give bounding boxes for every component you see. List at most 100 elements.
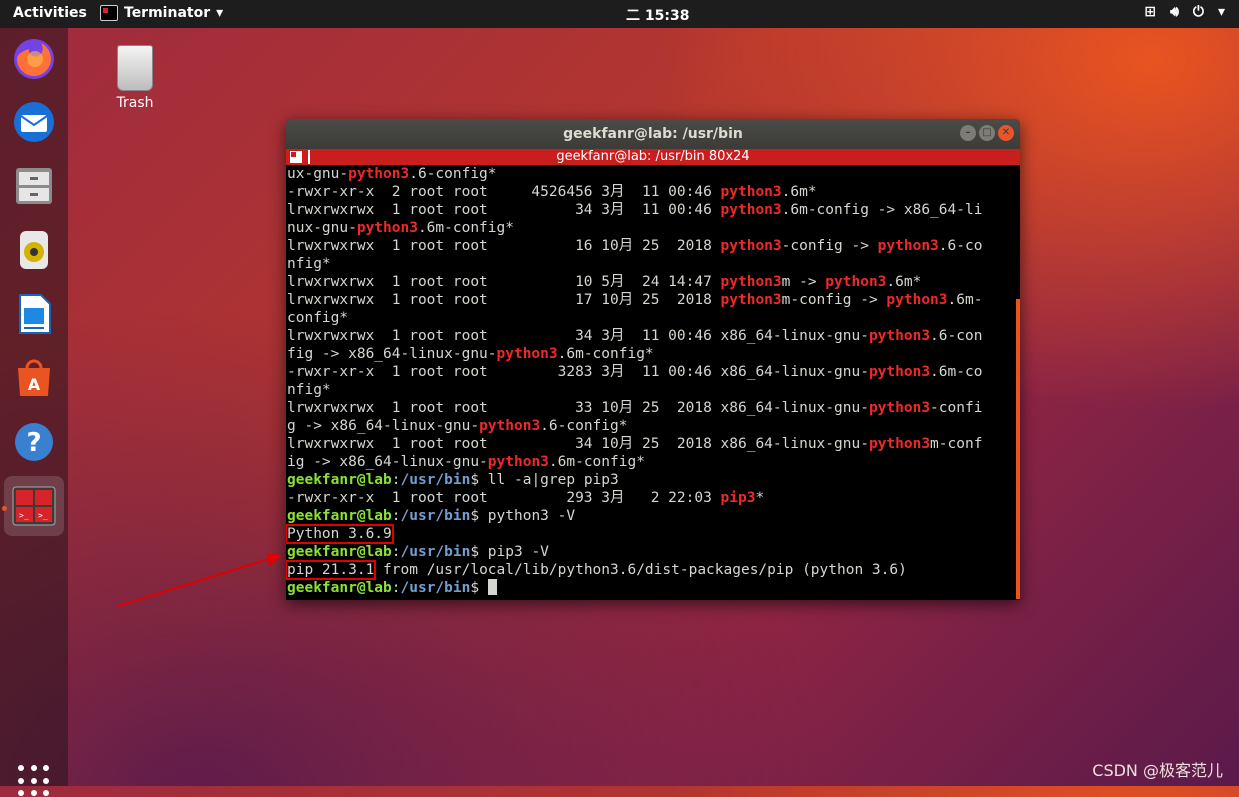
terminal-text: lrwxrwxrwx 1 root root 10 5月 24 14:47 bbox=[287, 274, 721, 290]
terminal-text: python3 bbox=[720, 238, 782, 254]
terminal-window[interactable]: geekfanr@lab: /usr/bin – □ ✕ geekfanr@la… bbox=[286, 119, 1020, 600]
terminal-cursor bbox=[487, 579, 497, 595]
activities-button[interactable]: Activities bbox=[13, 5, 87, 21]
show-applications-icon[interactable] bbox=[18, 765, 50, 797]
terminal-tab-bar[interactable]: geekfanr@lab: /usr/bin 80x24 bbox=[286, 149, 1020, 165]
trash-desktop-icon[interactable]: Trash bbox=[108, 45, 162, 111]
software-icon[interactable]: A bbox=[10, 354, 58, 402]
terminal-text: .6m-co bbox=[930, 364, 983, 380]
terminal-text: ux-gnu- bbox=[287, 166, 349, 182]
terminal-line: -rwxr-xr-x 1 root root 293 3月 2 22:03 pi… bbox=[287, 489, 1020, 507]
terminal-text: nfig* bbox=[287, 382, 331, 398]
network-icon: ⊞ bbox=[1144, 4, 1157, 20]
terminal-text: python3 bbox=[886, 292, 948, 308]
clock[interactable]: 二 15:38 bbox=[626, 5, 689, 25]
terminal-line: nux-gnu-python3.6m-config* bbox=[287, 219, 1020, 237]
terminal-text: -config -> bbox=[781, 238, 878, 254]
terminal-output[interactable]: ux-gnu-python3.6-config* -rwxr-xr-x 2 roo… bbox=[286, 165, 1020, 597]
close-button[interactable]: ✕ bbox=[998, 125, 1014, 141]
terminal-text: python3 bbox=[868, 328, 931, 344]
top-bar: Activities Terminator ▾ 二 15:38 ⊞ 🔊︎ ⏻ ▾ bbox=[0, 0, 1239, 28]
terminal-text: fig -> x86_64-linux-gnu- bbox=[287, 346, 497, 362]
terminal-line: lrwxrwxrwx 1 root root 34 3月 11 00:46 x8… bbox=[287, 327, 1020, 345]
maximize-button[interactable]: □ bbox=[979, 125, 995, 141]
terminal-text: .6m* bbox=[781, 184, 817, 200]
trash-icon bbox=[117, 45, 153, 91]
files-icon[interactable] bbox=[10, 162, 58, 210]
dock: A ? >_ >_ bbox=[0, 28, 68, 797]
terminal-text: $ ll -a|grep pip3 bbox=[470, 472, 619, 488]
terminal-line: lrwxrwxrwx 1 root root 16 10月 25 2018 py… bbox=[287, 237, 1020, 255]
terminal-line: fig -> x86_64-linux-gnu-python3.6m-confi… bbox=[287, 345, 1020, 363]
terminal-text: python3 bbox=[720, 184, 782, 200]
app-menu-label: Terminator bbox=[124, 5, 211, 21]
system-tray[interactable]: ⊞ 🔊︎ ⏻ ▾ bbox=[1144, 4, 1225, 20]
terminal-line: config* bbox=[287, 309, 1020, 327]
terminal-text: lrwxrwxrwx 1 root root 16 10月 25 2018 bbox=[287, 238, 721, 254]
firefox-icon[interactable] bbox=[10, 34, 58, 82]
terminal-line: lrwxrwxrwx 1 root root 17 10月 25 2018 py… bbox=[287, 291, 1020, 309]
terminal-text: * bbox=[755, 490, 765, 506]
running-indicator bbox=[2, 506, 7, 511]
terminal-line: geekfanr@lab:/usr/bin$ python3 -V bbox=[287, 507, 1020, 525]
watermark: CSDN @极客范儿 bbox=[1092, 761, 1223, 780]
terminal-line: lrwxrwxrwx 1 root root 10 5月 24 14:47 py… bbox=[287, 273, 1020, 291]
terminal-line: lrwxrwxrwx 1 root root 34 3月 11 00:46 py… bbox=[287, 201, 1020, 219]
minimize-button[interactable]: – bbox=[960, 125, 976, 141]
terminal-text: $ python3 -V bbox=[470, 508, 576, 524]
terminal-text: ig -> x86_64-linux-gnu- bbox=[287, 454, 488, 470]
terminal-text: /usr/bin bbox=[400, 580, 471, 596]
app-menu[interactable]: Terminator ▾ bbox=[100, 5, 223, 21]
writer-icon[interactable] bbox=[10, 290, 58, 338]
rhythmbox-icon[interactable] bbox=[10, 226, 58, 274]
terminal-line: -rwxr-xr-x 1 root root 3283 3月 11 00:46 … bbox=[287, 363, 1020, 381]
terminal-text: python3 bbox=[877, 238, 939, 254]
terminal-text: python3 bbox=[348, 166, 410, 182]
window-titlebar[interactable]: geekfanr@lab: /usr/bin – □ ✕ bbox=[286, 119, 1020, 149]
terminal-text: python3 bbox=[720, 202, 782, 218]
thunderbird-icon[interactable] bbox=[10, 98, 58, 146]
terminal-text: .6m-config* bbox=[557, 346, 654, 362]
terminal-line: Python 3.6.9 bbox=[286, 524, 1020, 544]
terminator-icon bbox=[100, 5, 118, 21]
terminal-text: -rwxr-xr-x 2 root root 4526456 3月 11 00:… bbox=[287, 184, 721, 200]
terminal-text: python3 bbox=[479, 418, 541, 434]
terminal-text: python3 bbox=[720, 292, 782, 308]
volume-icon: 🔊︎ bbox=[1170, 4, 1179, 20]
terminal-menu-icon[interactable] bbox=[290, 151, 302, 163]
terminal-text: m -> bbox=[781, 274, 826, 290]
terminal-text: -rwxr-xr-x 1 root root 3283 3月 11 00:46 … bbox=[287, 364, 869, 380]
terminal-text: .6m-config -> x86_64-li bbox=[781, 202, 983, 218]
terminal-text: from /usr/local/lib/python3.6/dist-packa… bbox=[374, 562, 907, 578]
terminal-text: python3 bbox=[720, 274, 782, 290]
terminal-text: geekfanr@lab bbox=[287, 544, 392, 560]
terminal-text: config* bbox=[287, 310, 349, 326]
terminal-line: lrwxrwxrwx 1 root root 33 10月 25 2018 x8… bbox=[287, 399, 1020, 417]
terminal-text: : bbox=[391, 544, 401, 560]
terminal-text: .6-con bbox=[930, 328, 983, 344]
terminal-text: python3 bbox=[496, 346, 558, 362]
terminal-text: lrwxrwxrwx 1 root root 33 10月 25 2018 x8… bbox=[287, 400, 869, 416]
terminal-line: geekfanr@lab:/usr/bin$ bbox=[287, 579, 1020, 597]
terminal-text: .6m* bbox=[886, 274, 922, 290]
terminal-text: -rwxr-xr-x 1 root root 293 3月 2 22:03 bbox=[287, 490, 721, 506]
highlighted-output: pip 21.3.1 bbox=[286, 560, 377, 580]
terminal-text: .6-config* bbox=[540, 418, 628, 434]
help-icon[interactable]: ? bbox=[10, 418, 58, 466]
terminal-line: ux-gnu-python3.6-config* bbox=[287, 165, 1020, 183]
scrollbar[interactable] bbox=[1016, 299, 1020, 599]
terminator-dock-icon[interactable]: >_ >_ bbox=[4, 476, 64, 536]
trash-label: Trash bbox=[116, 95, 154, 111]
terminal-text: /usr/bin bbox=[400, 544, 471, 560]
terminal-tab-title: geekfanr@lab: /usr/bin 80x24 bbox=[556, 149, 750, 164]
terminal-text: /usr/bin bbox=[400, 508, 471, 524]
terminal-text: .6m-config* bbox=[548, 454, 645, 470]
terminal-text: -confi bbox=[930, 400, 983, 416]
tab-separator bbox=[308, 150, 310, 164]
terminal-text: m-conf bbox=[930, 436, 983, 452]
terminal-text: lrwxrwxrwx 1 root root 34 10月 25 2018 x8… bbox=[287, 436, 869, 452]
terminal-line: geekfanr@lab:/usr/bin$ ll -a|grep pip3 bbox=[287, 471, 1020, 489]
terminal-text: /usr/bin bbox=[400, 472, 471, 488]
terminal-text: pip3 bbox=[720, 490, 756, 506]
power-icon: ⏻ bbox=[1192, 4, 1204, 20]
